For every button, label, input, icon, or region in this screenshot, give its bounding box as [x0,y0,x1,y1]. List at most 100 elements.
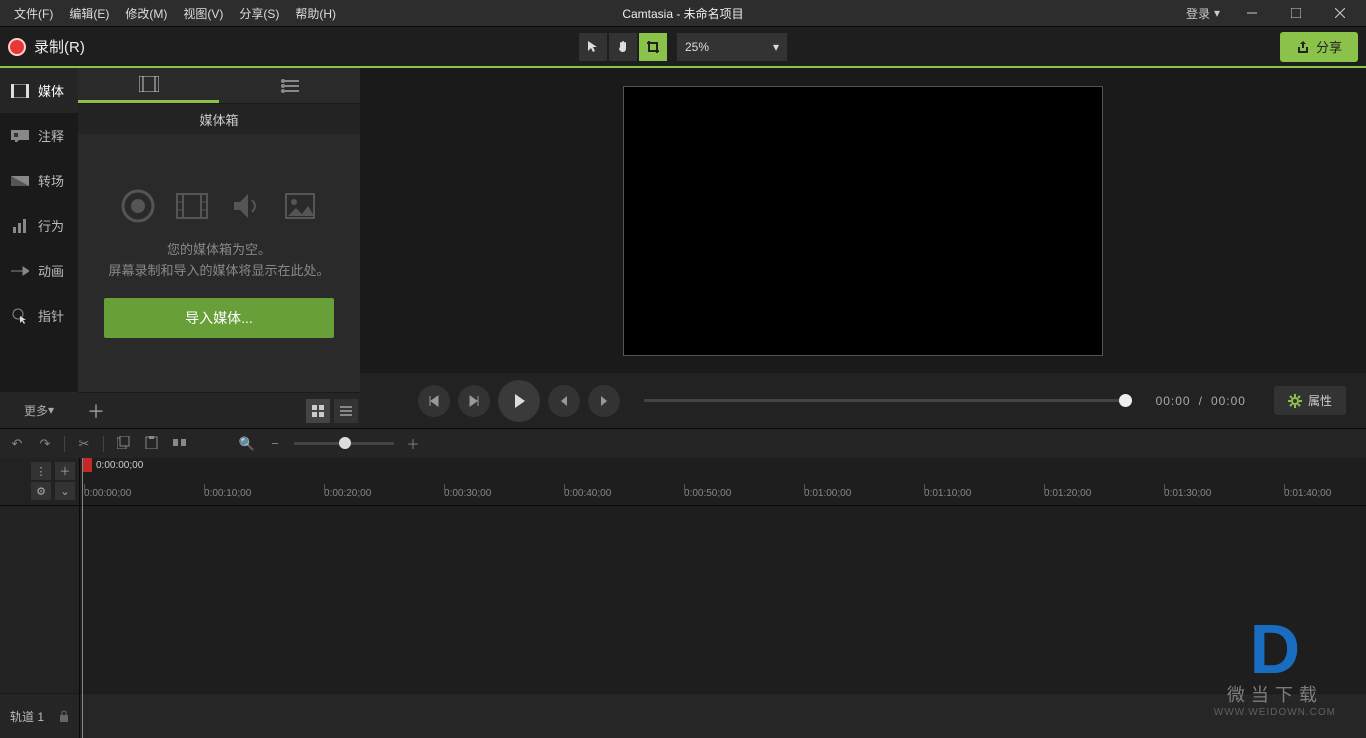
behavior-icon [10,218,30,234]
close-button[interactable] [1320,0,1360,26]
playhead-time: 0:00:00;00 [96,460,143,471]
menu-share[interactable]: 分享(S) [231,5,287,22]
add-media-button[interactable]: ＋ [78,393,114,429]
collapse-track-button[interactable]: ⌄ [55,482,75,500]
step-forward-button[interactable] [588,385,620,417]
timeline-track-header: ⋮＋ ⚙⌄ 轨道 1 [0,458,80,738]
left-panel: 媒体 注释 转场 行为 动画 指针 更多 ▾ 媒体箱 [0,68,360,428]
timeline-zoom-slider[interactable] [294,442,394,445]
image-placeholder-icon [282,188,318,224]
cut-button[interactable]: ✂ [75,436,93,452]
window-title: Camtasia - 未命名项目 [622,5,743,22]
zoom-select[interactable]: 25% ▾ [677,33,787,61]
sidebar-anim[interactable]: 动画 [0,248,78,293]
media-icon [10,83,30,99]
maximize-button[interactable] [1276,0,1316,26]
redo-button[interactable]: ↷ [36,436,54,452]
split-button[interactable] [170,436,188,452]
ruler-tick: 0:01:00;00 [804,488,851,499]
sidebar-annot[interactable]: 注释 [0,113,78,158]
chevron-down-icon: ▾ [773,40,779,54]
menu-view[interactable]: 视图(V) [175,5,231,22]
step-back-button[interactable] [548,385,580,417]
seek-bar[interactable] [644,399,1132,402]
properties-button[interactable]: 属性 [1274,386,1346,415]
record-label: 录制(R) [34,36,85,57]
timeline-toolbar: ↶ ↷ ✂ 🔍 − ＋ [0,428,1366,458]
annotation-icon [10,128,30,144]
play-button[interactable] [498,380,540,422]
zoom-in-button[interactable]: ＋ [404,434,422,453]
undo-button[interactable]: ↶ [8,436,26,452]
login-button[interactable]: 登录 ▾ [1178,5,1228,22]
minimize-button[interactable] [1232,0,1272,26]
import-media-button[interactable]: 导入媒体... [104,298,334,338]
prev-frame-button[interactable] [418,385,450,417]
chevron-down-icon: ▾ [1214,6,1220,20]
playhead[interactable]: 0:00:00;00 [82,458,143,472]
share-label: 分享 [1316,37,1342,56]
list-view-button[interactable] [334,399,358,423]
playback-controls: 00:00 / 00:00 属性 [360,373,1366,428]
copy-button[interactable] [114,436,132,452]
track-1-label[interactable]: 轨道 1 [0,693,79,738]
duration-time: 00:00 [1211,394,1246,408]
track-settings-button[interactable]: ⋮ [31,462,51,480]
track-name: 轨道 1 [10,708,44,725]
tool-sidebar: 媒体 注释 转场 行为 动画 指针 更多 ▾ [0,68,78,428]
time-sep: / [1199,394,1203,408]
timeline: ⋮＋ ⚙⌄ 轨道 1 0:00:00;00 0:00:00;000:00:10;… [0,458,1366,738]
ruler-tick: 0:01:40;00 [1284,488,1331,499]
menu-file[interactable]: 文件(F) [6,5,61,22]
record-icon [8,38,26,56]
zoom-out-button[interactable]: − [266,436,284,451]
zoom-search-icon[interactable]: 🔍 [238,436,256,452]
menubar: 文件(F) 编辑(E) 修改(M) 视图(V) 分享(S) 帮助(H) Camt… [0,0,1366,26]
ruler-tick: 0:01:10;00 [924,488,971,499]
media-bin-empty: 您的媒体箱为空。 屏幕录制和导入的媒体将显示在此处。 导入媒体... [78,134,360,392]
menu-modify[interactable]: 修改(M) [117,5,175,22]
sidebar-trans[interactable]: 转场 [0,158,78,203]
menu-edit[interactable]: 编辑(E) [61,5,117,22]
ruler-tick: 0:00:00;00 [84,488,131,499]
sidebar-behav[interactable]: 行为 [0,203,78,248]
track-1-lane[interactable] [80,693,1366,738]
add-track-button[interactable]: ＋ [55,462,75,480]
login-label: 登录 [1186,5,1210,22]
sidebar-more[interactable]: 更多 ▾ [0,392,78,428]
sidebar-trans-label: 转场 [38,171,64,190]
crop-tool[interactable] [639,33,667,61]
next-frame-button[interactable] [458,385,490,417]
ruler-tick: 0:00:20;00 [324,488,371,499]
timeline-tracks[interactable]: 0:00:00;00 0:00:00;000:00:10;000:00:20;0… [80,458,1366,738]
preview-canvas[interactable] [623,86,1103,356]
track-options-button[interactable]: ⚙ [31,482,51,500]
share-icon [1296,40,1310,54]
sidebar-media[interactable]: 媒体 [0,68,78,113]
lock-icon[interactable] [59,710,69,722]
properties-label: 属性 [1308,392,1332,409]
canvas-area [360,68,1366,373]
media-tab-list[interactable] [219,68,360,103]
video-placeholder-icon [174,188,210,224]
sidebar-cursor[interactable]: 指针 [0,293,78,338]
share-button[interactable]: 分享 [1280,32,1358,62]
ruler-tick: 0:01:30;00 [1164,488,1211,499]
menu-help[interactable]: 帮助(H) [287,5,344,22]
right-panel: 00:00 / 00:00 属性 [360,68,1366,428]
ruler-tick: 0:00:30;00 [444,488,491,499]
grid-view-button[interactable] [306,399,330,423]
hand-tool[interactable] [609,33,637,61]
ruler-tick: 0:00:50;00 [684,488,731,499]
paste-button[interactable] [142,436,160,452]
pointer-tool[interactable] [579,33,607,61]
record-button[interactable]: 录制(R) [8,36,85,57]
media-tab-bin[interactable] [78,68,219,103]
media-bin-title: 媒体箱 [78,104,360,134]
empty-line2: 屏幕录制和导入的媒体将显示在此处。 [108,261,329,282]
sidebar-cursor-label: 指针 [38,306,64,325]
playhead-line[interactable] [82,458,83,738]
list-icon [340,405,352,417]
timeline-ruler[interactable]: 0:00:00;000:00:10;000:00:20;000:00:30;00… [80,474,1366,506]
sidebar-anim-label: 动画 [38,261,64,280]
